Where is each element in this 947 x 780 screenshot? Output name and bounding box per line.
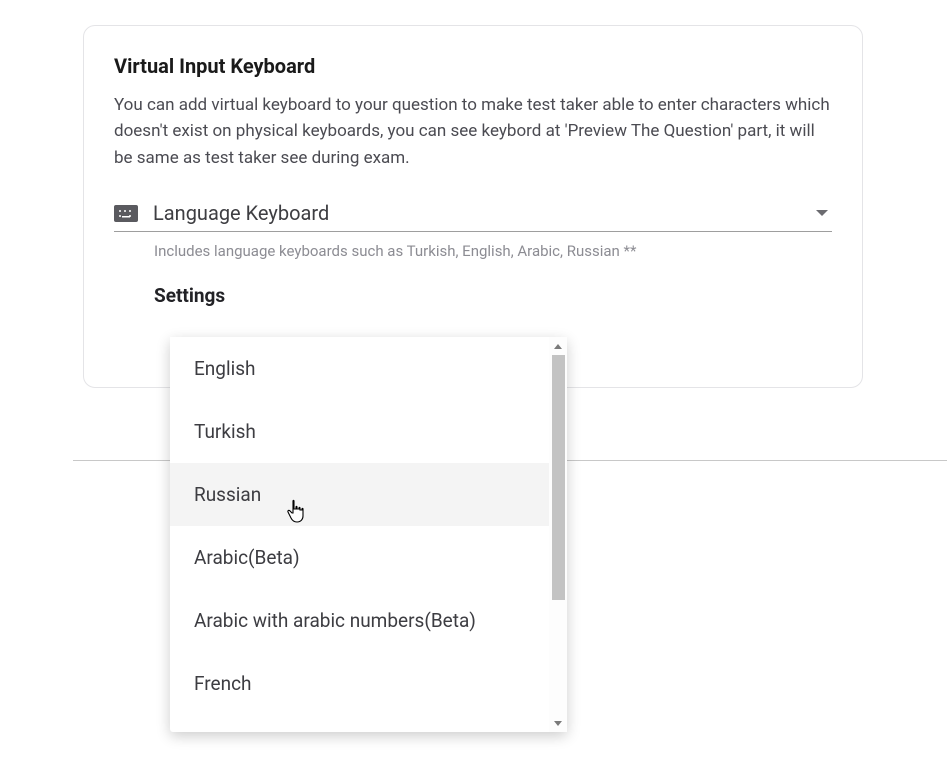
language-keyboard-select[interactable]: Language Keyboard — [114, 201, 832, 232]
card-title: Virtual Input Keyboard — [114, 54, 832, 78]
language-dropdown-popup: English Turkish Russian Arabic(Beta) Ara… — [170, 337, 567, 732]
dropdown-option-english[interactable]: English — [170, 337, 549, 400]
dropdown-option-russian[interactable]: Russian — [170, 463, 549, 526]
dropdown-option-arabic-numbers-beta[interactable]: Arabic with arabic numbers(Beta) — [170, 589, 549, 652]
virtual-keyboard-card: Virtual Input Keyboard You can add virtu… — [83, 25, 863, 388]
settings-heading: Settings — [154, 284, 832, 307]
scroll-thumb[interactable] — [552, 355, 565, 600]
keyboard-icon — [114, 205, 138, 222]
scroll-up-arrow-icon[interactable] — [549, 337, 567, 355]
dropdown-option-arabic-beta[interactable]: Arabic(Beta) — [170, 526, 549, 589]
select-helper-text: Includes language keyboards such as Turk… — [154, 242, 832, 260]
card-description: You can add virtual keyboard to your que… — [114, 92, 832, 171]
scroll-down-arrow-icon[interactable] — [549, 714, 567, 732]
dropdown-list: English Turkish Russian Arabic(Beta) Ara… — [170, 337, 549, 732]
dropdown-option-french[interactable]: French — [170, 652, 549, 715]
scrollbar[interactable] — [549, 337, 567, 732]
dropdown-option-turkish[interactable]: Turkish — [170, 400, 549, 463]
cursor-pointer-icon — [286, 499, 308, 525]
chevron-down-icon — [816, 210, 828, 216]
select-value: Language Keyboard — [153, 201, 801, 225]
